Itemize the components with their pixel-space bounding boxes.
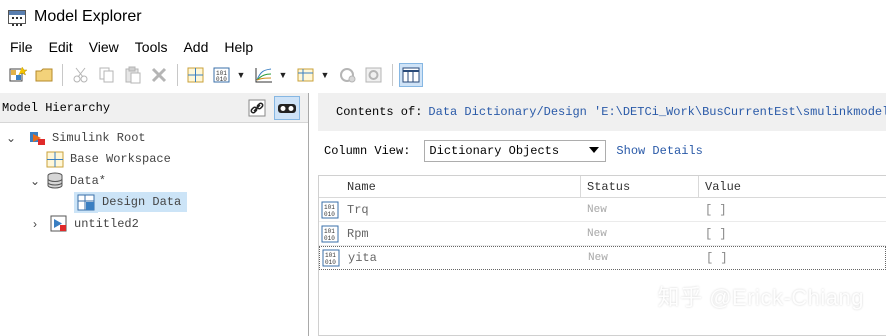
database-icon [46, 172, 64, 189]
table-header: Name Status Value [319, 175, 886, 198]
show-details-link[interactable]: Show Details [616, 144, 702, 158]
menu-view[interactable]: View [81, 39, 127, 55]
table-row[interactable]: 101 010 yita New [ ] [319, 246, 886, 270]
svg-text:010: 010 [324, 235, 335, 242]
header-spacer [319, 176, 341, 198]
model-explorer-icon [8, 10, 26, 26]
new-model-icon[interactable] [6, 63, 30, 87]
tree-item-untitled2[interactable]: › untitled2 [0, 213, 308, 235]
tree-item-design-data[interactable]: Design Data [0, 191, 308, 214]
link-icon[interactable] [244, 96, 270, 120]
chevron-down-icon[interactable]: ▼ [320, 70, 330, 80]
add-data-icon[interactable]: 101 010 [210, 63, 234, 87]
toolbar: 101 010 ▼ ▼ ▼ [0, 60, 886, 90]
tree-item-data[interactable]: ⌄ Data* [0, 170, 308, 192]
model-tree: ⌄ Simulink Root Base Workspace ⌄ Data* D… [0, 123, 308, 235]
contents-header: Contents of: Data Dictionary/Design 'E:\… [318, 93, 886, 131]
tree-label: Simulink Root [52, 130, 146, 145]
toolbar-separator [62, 64, 63, 86]
paste-icon[interactable] [121, 63, 145, 87]
row-status: New [588, 252, 608, 264]
title-bar: Model Explorer [0, 0, 886, 34]
add-plot-icon[interactable] [252, 63, 276, 87]
chevron-down-icon[interactable]: ⌄ [4, 131, 18, 145]
column-view-label: Column View: [324, 144, 411, 158]
simulink-root-icon [28, 129, 46, 146]
chevron-down-icon[interactable]: ▼ [278, 70, 288, 80]
column-header-name[interactable]: Name [341, 175, 581, 198]
model-icon [50, 215, 68, 232]
row-name: Rpm [347, 226, 369, 241]
delete-icon[interactable] [147, 63, 171, 87]
row-name: Trq [347, 202, 369, 217]
column-view-value: Dictionary Objects [429, 144, 560, 158]
window-title: Model Explorer [34, 8, 142, 25]
glasses-icon[interactable] [274, 96, 300, 120]
svg-text:101: 101 [325, 252, 336, 259]
menu-bar: File Edit View Tools Add Help [0, 36, 886, 58]
row-name: yita [348, 251, 377, 265]
workspace-grid-icon [46, 151, 64, 168]
column-header-status[interactable]: Status [581, 175, 699, 198]
tree-label: Design Data [98, 192, 188, 213]
svg-text:101: 101 [324, 228, 335, 235]
design-data-icon [74, 191, 98, 213]
copy-icon[interactable] [95, 63, 119, 87]
tree-label: Data* [70, 173, 107, 188]
cut-icon[interactable] [69, 63, 93, 87]
tree-item-base-workspace[interactable]: Base Workspace [0, 149, 308, 171]
add-table-icon[interactable] [294, 63, 318, 87]
menu-help[interactable]: Help [216, 39, 261, 55]
svg-text:010: 010 [325, 259, 336, 266]
svg-text:101: 101 [324, 204, 335, 211]
data-object-icon: 101 010 [319, 225, 341, 243]
chevron-down-icon [589, 147, 600, 153]
open-folder-icon[interactable] [32, 63, 56, 87]
row-value[interactable]: [ ] [699, 203, 886, 217]
contents-label: Contents of: [336, 105, 423, 119]
tree-label: untitled2 [74, 216, 139, 231]
model-hierarchy-header: Model Hierarchy [0, 93, 308, 123]
svg-text:010: 010 [324, 211, 335, 218]
row-status: New [587, 203, 607, 216]
row-value[interactable]: [ ] [699, 227, 886, 241]
pane-title: Model Hierarchy [2, 100, 111, 115]
table-row[interactable]: 101 010 Rpm New [ ] [319, 222, 886, 246]
chevron-down-icon[interactable]: ⌄ [28, 174, 42, 188]
data-object-icon: 101 010 [320, 249, 342, 267]
menu-file[interactable]: File [2, 39, 41, 55]
watermark: 知乎 @Erick-Chiang [657, 285, 864, 310]
svg-text:010: 010 [216, 76, 227, 83]
tree-item-simulink-root[interactable]: ⌄ Simulink Root [0, 127, 308, 149]
column-view-row: Column View: Dictionary Objects Show Det… [324, 139, 703, 163]
toolbar-separator [177, 64, 178, 86]
menu-tools[interactable]: Tools [127, 39, 176, 55]
menu-add[interactable]: Add [175, 39, 216, 55]
column-view-icon[interactable] [399, 63, 423, 87]
row-status: New [587, 227, 607, 240]
contents-path-link[interactable]: Data Dictionary/Design 'E:\DETCi_Work\Bu… [428, 105, 886, 119]
menu-edit[interactable]: Edit [41, 39, 81, 55]
model-hierarchy-pane: Model Hierarchy ⌄ Simulink Root Base Wor… [0, 93, 309, 336]
settings-icon[interactable] [362, 63, 386, 87]
column-header-value[interactable]: Value [699, 176, 886, 198]
chevron-right-icon[interactable]: › [28, 217, 42, 231]
toolbar-separator [392, 64, 393, 86]
table-row[interactable]: 101 010 Trq New [ ] [319, 198, 886, 222]
tree-label: Base Workspace [70, 152, 171, 167]
add-grid-icon[interactable] [184, 63, 208, 87]
chevron-down-icon[interactable]: ▼ [236, 70, 246, 80]
run-icon[interactable] [336, 63, 360, 87]
data-object-icon: 101 010 [319, 201, 341, 219]
column-view-select[interactable]: Dictionary Objects [424, 140, 607, 162]
row-value[interactable]: [ ] [700, 251, 885, 265]
